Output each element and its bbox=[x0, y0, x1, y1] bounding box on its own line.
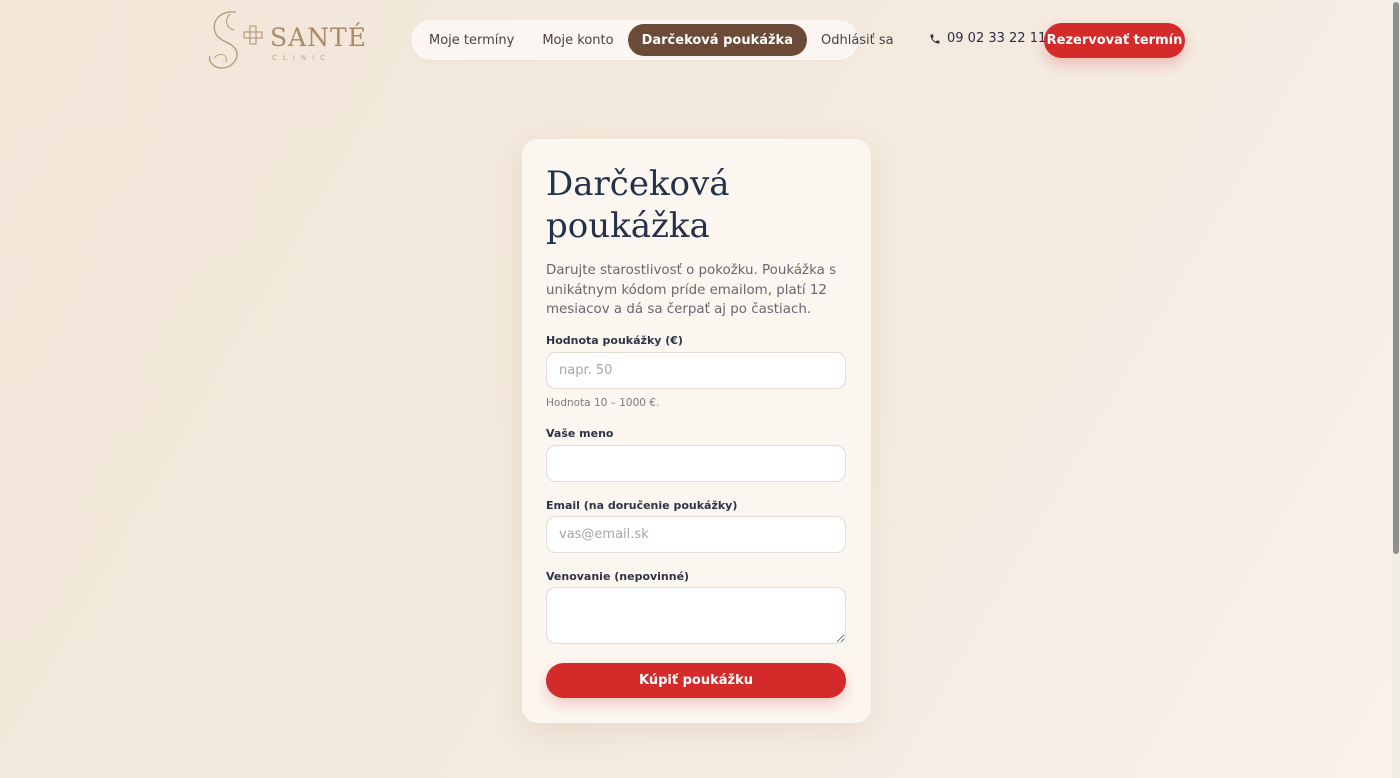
brand-subtitle: CLINIC bbox=[272, 54, 332, 62]
amount-hint: Hodnota 10 – 1000 €. bbox=[546, 397, 660, 409]
amount-input[interactable] bbox=[546, 352, 846, 389]
scrollbar-thumb[interactable] bbox=[1393, 2, 1399, 554]
nav-item-moje-konto[interactable]: Moje konto bbox=[528, 24, 627, 56]
face-cross-logo-icon bbox=[208, 11, 263, 69]
page-scrollbar[interactable] bbox=[1392, 0, 1400, 778]
buy-voucher-button[interactable]: Kúpiť poukážku bbox=[546, 663, 846, 698]
dedication-label: Venovanie (nepovinné) bbox=[546, 570, 690, 583]
phone-icon bbox=[930, 34, 940, 43]
phone-number: 09 02 33 22 11 bbox=[947, 31, 1047, 46]
site-header: SANTÉ CLINIC Moje termíny Moje konto Dar… bbox=[0, 0, 1392, 80]
phone-link[interactable]: 09 02 33 22 11 bbox=[929, 31, 1046, 46]
book-appointment-button[interactable]: Rezervovať termín bbox=[1044, 23, 1185, 58]
main-nav: Moje termíny Moje konto Darčeková poukáž… bbox=[411, 20, 894, 60]
nav-item-darcekova-poukazka[interactable]: Darčeková poukážka bbox=[627, 24, 807, 56]
gift-voucher-card: Darčeková poukážka Darujte starostlivosť… bbox=[522, 139, 871, 723]
brand-logo[interactable]: SANTÉ CLINIC bbox=[206, 8, 366, 72]
nav-item-moje-terminy[interactable]: Moje termíny bbox=[415, 24, 528, 56]
name-label: Vaše meno bbox=[546, 427, 614, 440]
email-label: Email (na doručenie poukážky) bbox=[546, 499, 738, 512]
page-title: Darčeková poukážka bbox=[546, 164, 730, 246]
nav-item-odhlasit-sa[interactable]: Odhlásiť sa bbox=[807, 24, 908, 56]
email-input[interactable] bbox=[546, 516, 846, 553]
dedication-textarea[interactable] bbox=[546, 587, 846, 644]
amount-label: Hodnota poukážky (€) bbox=[546, 334, 683, 347]
name-input[interactable] bbox=[546, 445, 846, 482]
brand-name: SANTÉ bbox=[270, 23, 367, 52]
intro-text: Darujte starostlivosť o pokožku. Poukážk… bbox=[546, 263, 837, 318]
